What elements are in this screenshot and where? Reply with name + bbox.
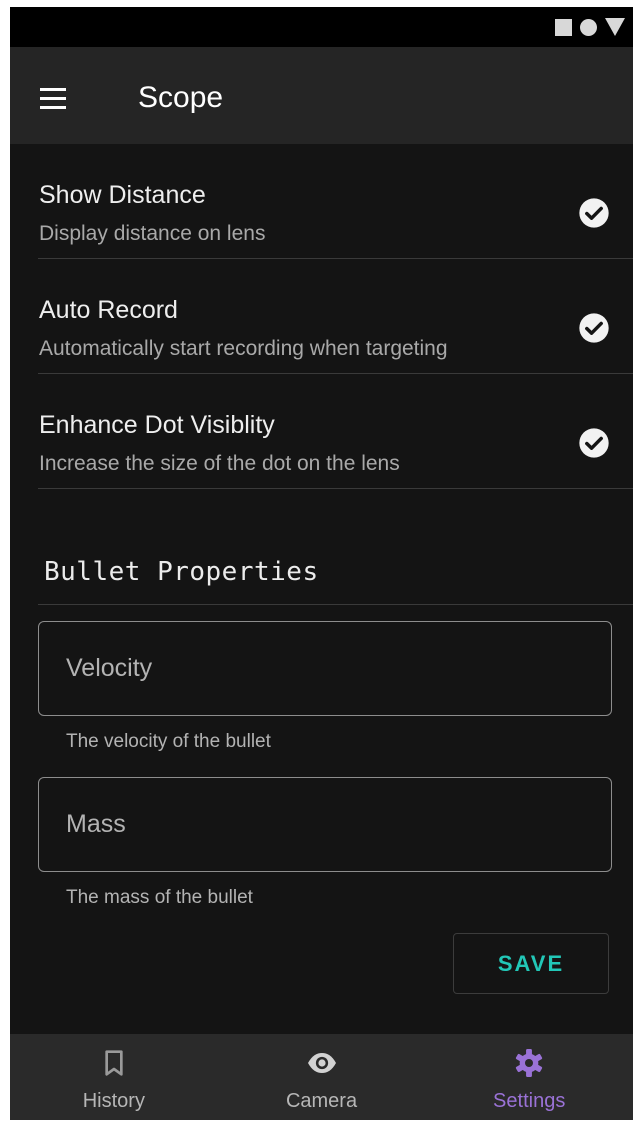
hamburger-menu-icon[interactable] <box>32 79 76 119</box>
app-bar: Scope <box>10 47 633 144</box>
setting-show-distance[interactable]: Show Distance Display distance on lens <box>38 144 633 259</box>
nav-label: Settings <box>493 1090 566 1112</box>
setting-subtitle: Automatically start recording when targe… <box>39 337 448 360</box>
triangle-icon <box>605 18 625 36</box>
setting-subtitle: Increase the size of the dot on the lens <box>39 452 400 475</box>
save-button[interactable]: SAVE <box>453 933 609 994</box>
settings-content: Show Distance Display distance on lens A… <box>10 144 633 994</box>
check-circle-icon[interactable] <box>578 312 610 344</box>
velocity-field[interactable] <box>38 621 612 716</box>
mass-field[interactable] <box>38 777 612 872</box>
setting-subtitle: Display distance on lens <box>39 222 266 245</box>
setting-auto-record[interactable]: Auto Record Automatically start recordin… <box>38 259 633 374</box>
status-bar <box>10 7 633 47</box>
setting-title: Show Distance <box>39 181 206 209</box>
section-divider <box>38 604 633 605</box>
bottom-navigation: History Camera Settings <box>10 1034 633 1120</box>
mass-input[interactable] <box>66 778 586 870</box>
velocity-input[interactable] <box>66 622 586 714</box>
circle-icon <box>580 18 597 36</box>
app-screen: Scope Show Distance Display distance on … <box>10 7 633 1120</box>
mass-helper-text: The mass of the bullet <box>66 887 253 908</box>
nav-label: Camera <box>285 1090 358 1112</box>
eye-icon <box>307 1053 336 1073</box>
setting-enhance-dot-visibility[interactable]: Enhance Dot Visiblity Increase the size … <box>38 374 633 489</box>
velocity-helper-text: The velocity of the bullet <box>66 731 271 752</box>
square-icon <box>555 18 572 36</box>
section-header-bullet-properties: Bullet Properties <box>44 557 319 587</box>
status-icons <box>555 17 625 37</box>
nav-item-camera[interactable]: Camera <box>218 1034 426 1120</box>
nav-item-history[interactable]: History <box>10 1034 218 1120</box>
setting-title: Auto Record <box>39 296 178 324</box>
check-circle-icon[interactable] <box>578 427 610 459</box>
bookmark-icon <box>105 1050 123 1076</box>
setting-title: Enhance Dot Visiblity <box>39 411 275 439</box>
nav-label: History <box>82 1090 145 1112</box>
nav-item-settings[interactable]: Settings <box>425 1034 633 1120</box>
gear-icon <box>516 1049 543 1077</box>
page-title: Scope <box>138 81 224 114</box>
check-circle-icon[interactable] <box>578 197 610 229</box>
